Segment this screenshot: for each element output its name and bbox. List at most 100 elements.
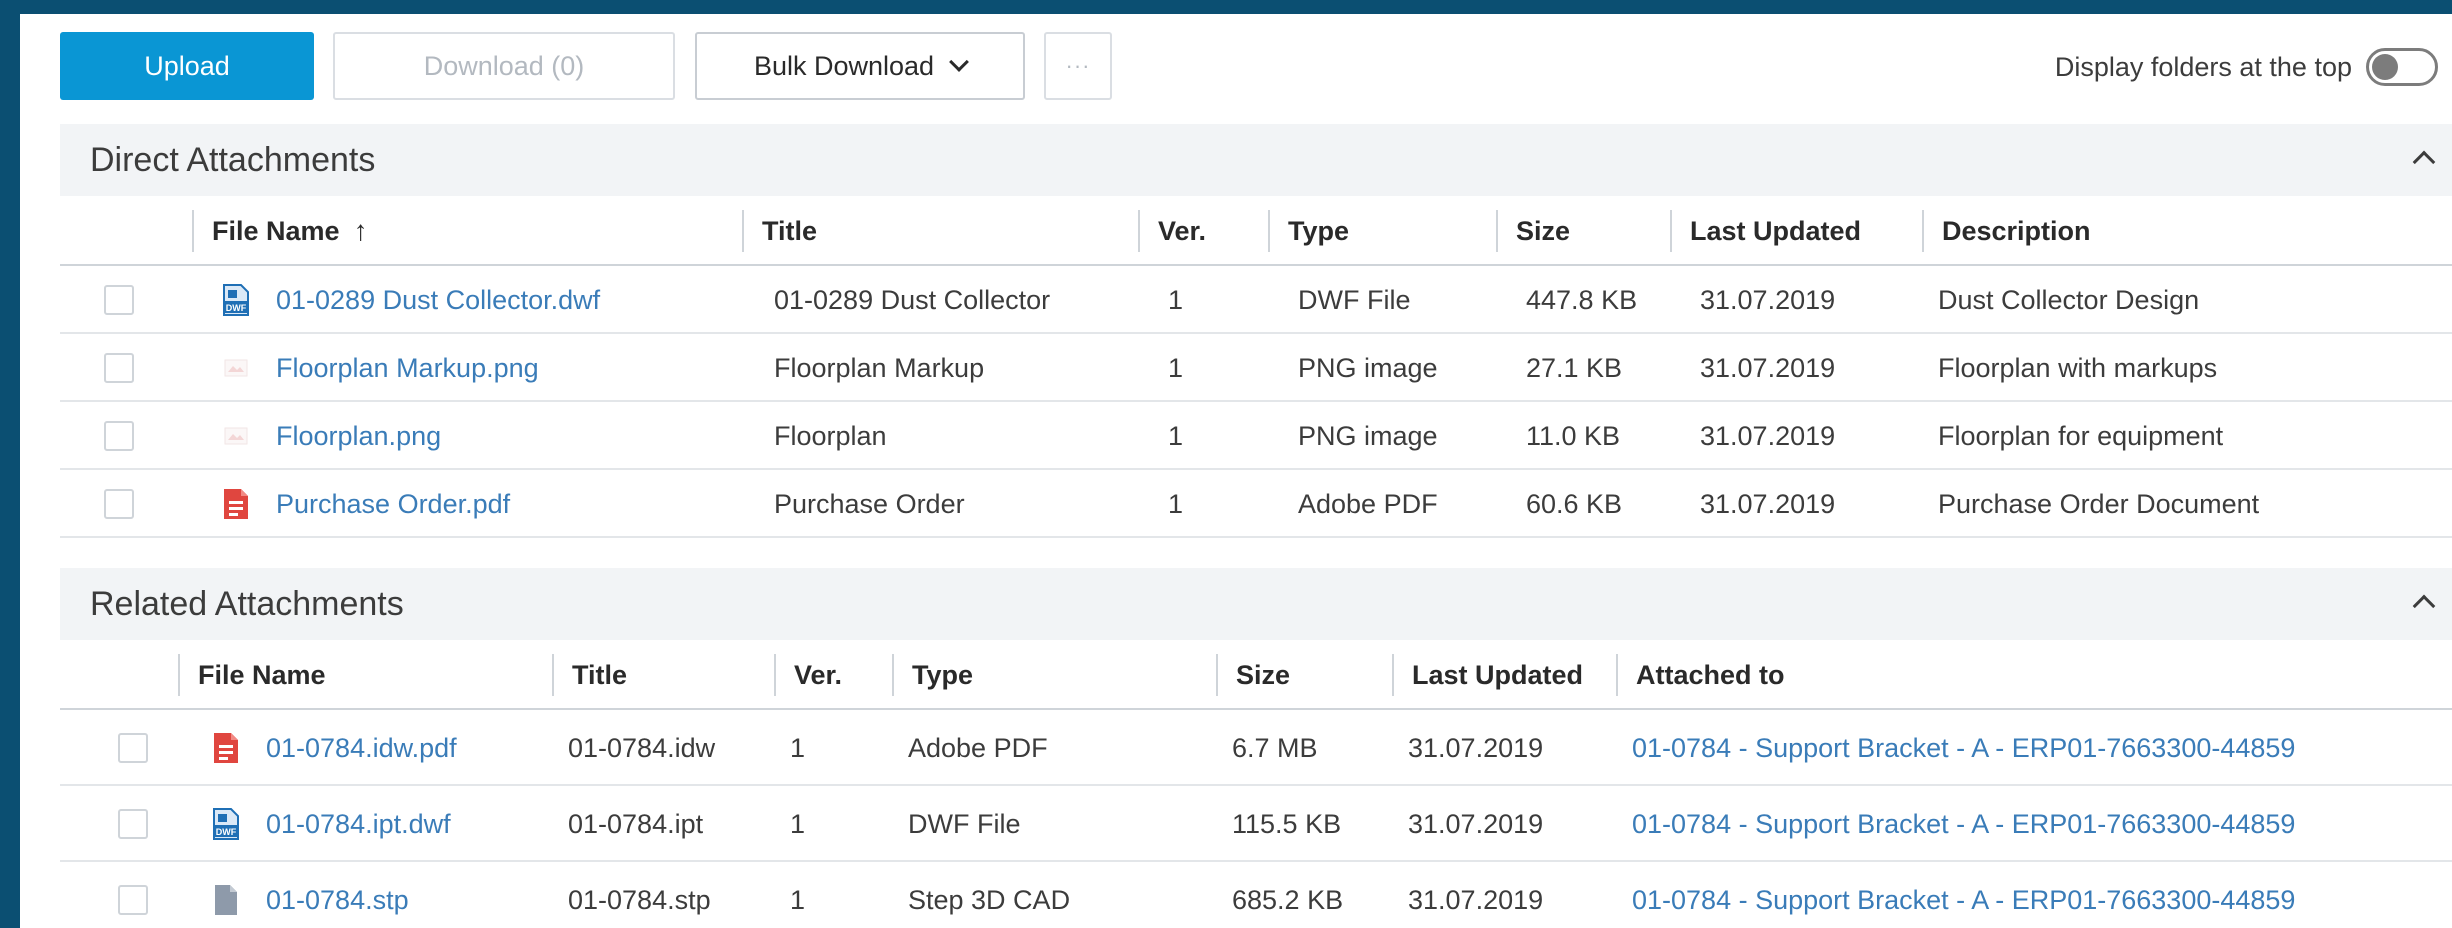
column-header-version[interactable]: Ver. [774,654,892,696]
svg-text:DWF: DWF [226,303,247,313]
file-name-link[interactable]: 01-0289 Dust Collector.dwf [276,266,600,334]
display-folders-toggle-group: Display folders at the top [2055,42,2438,92]
column-header-type[interactable]: Type [1268,210,1496,252]
last-updated-cell: 31.07.2019 [1700,352,1836,383]
row-select-checkbox[interactable] [118,885,148,915]
pdf-file-icon [212,732,240,764]
dwf-file-icon: DWF [222,284,250,316]
last-updated-cell: 31.07.2019 [1408,808,1544,839]
generic-file-icon [212,884,240,916]
collapse-caret-icon[interactable] [2412,594,2436,618]
column-header-title[interactable]: Title [552,654,774,696]
type-cell: PNG image [1298,420,1438,451]
title-cell: Floorplan Markup [774,352,985,383]
file-name-link[interactable]: Floorplan.png [276,402,441,470]
png-image-icon [222,420,250,452]
attached-to-link[interactable]: 01-0784 - Support Bracket - A - ERP01-76… [1632,786,2295,862]
row-select-checkbox[interactable] [104,421,134,451]
title-cell: 01-0784.stp [568,884,711,915]
file-name-link[interactable]: Purchase Order.pdf [276,470,510,538]
table-row[interactable]: 01-0784.stp 01-0784.stp 1 Step 3D CAD 685.2 … [60,862,2452,928]
last-updated-cell: 31.07.2019 [1700,488,1836,519]
size-cell: 60.6 KB [1526,488,1623,519]
column-header-last-updated[interactable]: Last Updated [1392,654,1616,696]
row-select-checkbox[interactable] [118,733,148,763]
dwf-file-icon: DWF [212,808,240,840]
version-cell: 1 [790,732,806,763]
file-name-link[interactable]: Floorplan Markup.png [276,334,539,402]
title-cell: Purchase Order [774,488,965,519]
column-header-last-updated[interactable]: Last Updated [1670,210,1922,252]
column-header-label: File Name [212,215,340,246]
version-cell: 1 [1168,284,1184,315]
collapse-caret-icon[interactable] [2412,150,2436,174]
direct-attachments-header[interactable]: Direct Attachments [60,124,2452,196]
svg-text:DWF: DWF [216,827,237,837]
row-select-checkbox[interactable] [104,285,134,315]
title-cell: Floorplan [774,420,887,451]
version-cell: 1 [1168,352,1184,383]
related-attachments-header[interactable]: Related Attachments [60,568,2452,640]
file-name-link[interactable]: 01-0784.idw.pdf [266,710,457,786]
table-header-row: File Name ↑ Title Ver. Type Size Last Up… [60,196,2452,266]
description-cell: Floorplan with markups [1938,352,2218,383]
direct-attachments-table: File Name ↑ Title Ver. Type Size Last Up… [60,196,2452,556]
table-row[interactable]: DWF 01-0289 Dust Collector.dwf 01-0289 Dus… [60,266,2452,334]
bulk-download-label: Bulk Download [753,50,935,81]
last-updated-cell: 31.07.2019 [1408,884,1544,915]
size-cell: 6.7 MB [1232,732,1318,763]
attached-to-link[interactable]: 01-0784 - Support Bracket - A - ERP01-76… [1632,862,2295,928]
column-header-size[interactable]: Size [1496,210,1670,252]
version-cell: 1 [790,808,806,839]
column-header-version[interactable]: Ver. [1138,210,1268,252]
toggle-knob [2372,54,2398,80]
row-select-checkbox[interactable] [104,489,134,519]
size-cell: 27.1 KB [1526,352,1623,383]
attached-to-link[interactable]: 01-0784 - Support Bracket - A - ERP01-76… [1632,710,2295,786]
pdf-file-icon [222,488,250,520]
last-updated-cell: 31.07.2019 [1700,420,1836,451]
column-header-file-name[interactable]: File Name [178,654,552,696]
type-cell: DWF File [908,808,1021,839]
display-folders-label: Display folders at the top [2054,51,2352,82]
column-header-type[interactable]: Type [892,654,1216,696]
size-cell: 447.8 KB [1526,284,1638,315]
table-row[interactable]: Floorplan.png Floorplan 1 PNG image 11.0 KB 3… [60,402,2452,470]
attachments-panel: Upload Download (0) Bulk Download ··· Di… [20,14,2452,928]
size-cell: 115.5 KB [1232,808,1342,839]
bulk-download-button[interactable]: Bulk Download [695,32,1025,100]
row-select-checkbox[interactable] [118,809,148,839]
table-row[interactable]: Purchase Order.pdf Purchase Order 1 Adobe P… [60,470,2452,538]
upload-button[interactable]: Upload [60,32,314,100]
row-select-checkbox[interactable] [104,353,134,383]
file-name-link[interactable]: 01-0784.ipt.dwf [266,786,451,862]
column-header-title[interactable]: Title [742,210,1138,252]
toolbar: Upload Download (0) Bulk Download ··· Di… [20,14,2452,124]
column-header-file-name[interactable]: File Name ↑ [192,210,742,252]
display-folders-toggle[interactable] [2366,48,2438,86]
column-header-size[interactable]: Size [1216,654,1392,696]
type-cell: DWF File [1298,284,1411,315]
last-updated-cell: 31.07.2019 [1408,732,1544,763]
version-cell: 1 [790,884,806,915]
version-cell: 1 [1168,488,1184,519]
column-header-attached-to[interactable]: Attached to [1616,654,2452,696]
description-cell: Dust Collector Design [1938,284,2200,315]
column-header-description[interactable]: Description [1922,210,2452,252]
file-name-link[interactable]: 01-0784.stp [266,862,409,928]
png-image-icon [222,352,250,384]
more-actions-button[interactable]: ··· [1044,32,1112,100]
type-cell: Adobe PDF [1298,488,1438,519]
related-attachments-title: Related Attachments [90,584,404,623]
table-row[interactable]: 01-0784.idw.pdf 01-0784.idw 1 Adobe PDF 6.7 … [60,710,2452,786]
table-row[interactable]: DWF 01-0784.ipt.dwf 01-0784.ipt 1 DWF File 11… [60,786,2452,862]
table-row[interactable]: Floorplan Markup.png Floorplan Markup 1 PNG… [60,334,2452,402]
version-cell: 1 [1168,420,1184,451]
type-cell: PNG image [1298,352,1438,383]
related-attachments-table: File Name Title Ver. Type Size Last Upda… [60,640,2452,928]
title-cell: 01-0784.idw [568,732,716,763]
download-button[interactable]: Download (0) [333,32,675,100]
type-cell: Step 3D CAD [908,884,1071,915]
description-cell: Floorplan for equipment [1938,420,2224,451]
title-cell: 01-0784.ipt [568,808,704,839]
